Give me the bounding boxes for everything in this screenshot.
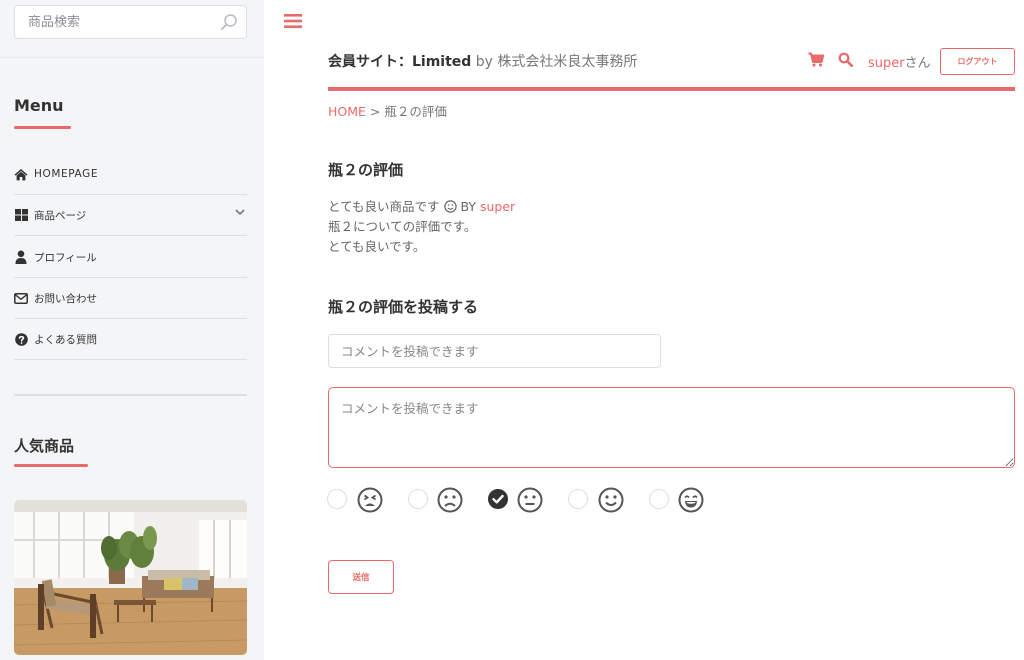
smile-face-icon [443,200,457,213]
sidebar-divider [0,57,264,58]
sidebar-item-label: HOMEPAGE [34,168,99,180]
search-icon[interactable] [220,13,238,31]
sidebar-item-label: よくある質問 [34,333,97,346]
comment-textarea[interactable] [328,387,1015,468]
review-line-3: とても良いです。 [328,239,426,254]
site-company: 株式会社米良太事務所 [497,54,638,70]
product-search-box [14,5,247,39]
review-line-2: 瓶２についての評価です。 [328,219,477,234]
breadcrumb-separator: > [369,104,381,119]
rating-radio-1[interactable] [327,489,347,509]
sidebar-item-profile[interactable]: プロフィール [14,237,247,278]
hamburger-menu-icon[interactable] [284,13,302,29]
popular-product-image[interactable] [14,500,247,655]
grid-icon [14,208,28,222]
checkmark-icon [492,494,504,504]
home-icon [14,167,28,181]
breadcrumb-current: 瓶２の評価 [384,104,447,119]
popular-products-title: 人気商品 [14,437,75,455]
post-review-title: 瓶２の評価を投稿する [328,298,479,316]
sidebar-item-faq[interactable]: よくある質問 [14,319,247,360]
sidebar-item-label: 商品ページ [34,209,87,222]
sidebar-item-label: お問い合わせ [34,292,97,305]
product-search-input[interactable] [15,6,246,38]
menu-title: Menu [14,96,64,115]
rating-radio-2[interactable] [408,489,428,509]
breadcrumb-home-link[interactable]: HOME [328,104,366,119]
review-author-link[interactable]: super [480,199,515,214]
cart-icon[interactable] [808,52,824,67]
review-by-label: BY [460,199,477,214]
tired-face-icon[interactable] [357,487,383,513]
review-text: とても良い商品です [328,199,440,214]
menu-title-underline [14,126,71,129]
site-name: 会員サイト：Limited [328,54,472,70]
envelope-icon [14,291,28,305]
sidebar-item-homepage[interactable]: HOMEPAGE [14,154,247,195]
user-suffix: さん [904,56,931,71]
rating-radio-3[interactable] [488,489,508,509]
chevron-down-icon[interactable] [235,209,245,216]
user-account-link[interactable]: superさん [868,52,931,71]
sidebar: Menu HOMEPAGE 商品ページ プロフィール お問い合わせ よくある質問… [0,0,264,660]
logout-button[interactable]: ログアウト [940,48,1015,75]
sidebar-item-contact[interactable]: お問い合わせ [14,278,247,319]
rating-radio-5[interactable] [649,489,669,509]
review-title: 瓶２の評価 [328,161,404,179]
breadcrumb: HOME > 瓶２の評価 [328,101,447,120]
question-circle-icon [14,332,28,346]
submit-button[interactable]: 送信 [328,560,394,594]
user-icon [14,250,28,264]
frown-face-icon[interactable] [437,487,463,513]
site-title[interactable]: 会員サイト：Limited by 株式会社米良太事務所 [328,51,637,71]
site-by: by [475,54,493,70]
review-content: とても良い商品です BY super 瓶２についての評価です。 とても良いです。 [328,197,515,257]
comment-input[interactable] [328,334,661,368]
sidebar-divider [14,394,247,396]
sidebar-item-label: プロフィール [34,251,97,264]
user-name: super [868,56,905,71]
neutral-face-icon[interactable] [517,487,543,513]
review-line-1: とても良い商品です BY super [328,197,515,217]
smile-face-icon[interactable] [598,487,624,513]
search-icon[interactable] [838,52,853,67]
laugh-face-icon[interactable] [678,487,704,513]
header-accent-bar [328,87,1015,91]
rating-radio-4[interactable] [568,489,588,509]
popular-title-underline [14,464,88,467]
sidebar-item-products[interactable]: 商品ページ [14,195,247,236]
